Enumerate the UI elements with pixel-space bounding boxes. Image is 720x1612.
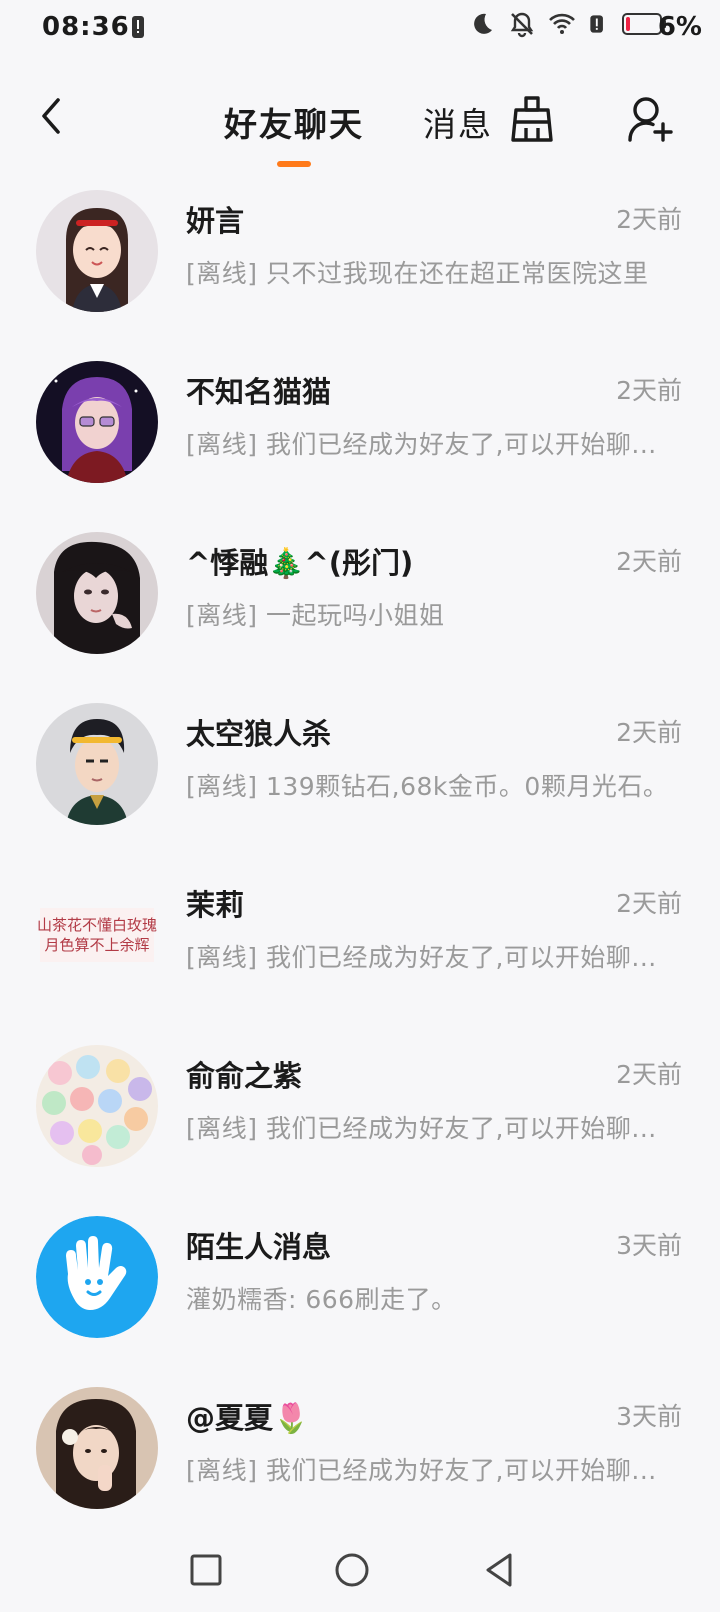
chat-time: 3天前 [616, 1402, 682, 1431]
chat-name: 太空狼人杀 [186, 717, 332, 751]
chat-preview: [离线] 139颗钻石,68k金币。0颗月光石。 [186, 772, 669, 801]
header: 好友聊天 消息 [0, 76, 720, 167]
system-nav-bar [0, 1532, 720, 1612]
chat-preview: [离线] 我们已经成为好友了,可以开始聊... [186, 1114, 657, 1143]
chat-name: 陌生人消息 [186, 1230, 332, 1264]
avatar[interactable]: 山茶花不懂白玫瑰 月色算不上余辉 [36, 874, 158, 996]
moon-icon [474, 13, 492, 34]
chat-preview: [离线] 一起玩吗小姐姐 [186, 601, 445, 630]
back-triangle-icon[interactable] [480, 1550, 520, 1590]
chat-time: 3天前 [616, 1231, 682, 1260]
chat-time: 2天前 [616, 547, 682, 576]
battery-icon [622, 13, 666, 35]
battery-level [622, 13, 666, 35]
chat-row[interactable]: 陌生人消息 3天前 灌奶糯香: 666刷走了。 [0, 1216, 720, 1392]
chat-row[interactable]: 俞俞之紫 2天前 [离线] 我们已经成为好友了,可以开始聊... [0, 1045, 720, 1221]
chat-row[interactable]: 山茶花不懂白玫瑰 月色算不上余辉 茉莉 2天前 [离线] 我们已经成为好友了,可… [0, 874, 720, 1050]
tab-messages[interactable]: 消息 [423, 98, 493, 146]
back-icon[interactable] [32, 94, 72, 138]
broom-clean-icon[interactable] [508, 94, 556, 144]
chat-row[interactable]: 妍言 2天前 [离线] 只不过我现在还在超正常医院这里 [0, 190, 720, 366]
chat-preview: [离线] 我们已经成为好友了,可以开始聊... [186, 430, 657, 459]
home-circle-icon[interactable] [332, 1550, 372, 1590]
chat-preview: [离线] 我们已经成为好友了,可以开始聊... [186, 943, 657, 972]
chat-row[interactable]: 太空狼人杀 2天前 [离线] 139颗钻石,68k金币。0颗月光石。 [0, 703, 720, 879]
chat-name: 不知名猫猫 [186, 375, 332, 409]
chat-name: @夏夏🌷 [186, 1401, 310, 1435]
avatar[interactable] [36, 1216, 158, 1338]
chat-preview: [离线] 我们已经成为好友了,可以开始聊... [186, 1456, 657, 1485]
chat-row[interactable]: 不知名猫猫 2天前 [离线] 我们已经成为好友了,可以开始聊... [0, 361, 720, 537]
alert-icon [590, 15, 603, 33]
add-friend-icon[interactable] [626, 94, 674, 144]
avatar[interactable] [36, 703, 158, 825]
chat-name: 茉莉 [186, 888, 245, 922]
avatar[interactable] [36, 1045, 158, 1167]
avatar[interactable] [36, 361, 158, 483]
chat-time: 2天前 [616, 1060, 682, 1089]
bell-muted-icon [510, 12, 534, 38]
wifi-icon [549, 13, 575, 34]
status-icons [468, 10, 666, 38]
chat-preview: 灌奶糯香: 666刷走了。 [186, 1285, 457, 1314]
status-time: 08:36 [42, 12, 130, 42]
chat-name: 俞俞之紫 [186, 1059, 303, 1093]
chat-time: 2天前 [616, 205, 682, 234]
chat-time: 2天前 [616, 718, 682, 747]
chat-preview: [离线] 只不过我现在还在超正常医院这里 [186, 259, 649, 288]
chat-row[interactable]: ^悸融🎄^(彤门) 2天前 [离线] 一起玩吗小姐姐 [0, 532, 720, 708]
avatar[interactable] [36, 532, 158, 654]
active-tab-indicator [277, 161, 311, 167]
chat-time: 2天前 [616, 889, 682, 918]
avatar[interactable] [36, 190, 158, 312]
chat-time: 2天前 [616, 376, 682, 405]
recents-square-icon[interactable] [186, 1550, 226, 1590]
tab-friend-chat[interactable]: 好友聊天 [224, 98, 364, 146]
svg-text:山茶花不懂白玫瑰: 山茶花不懂白玫瑰 [37, 916, 157, 934]
avatar[interactable] [36, 1387, 158, 1509]
alert-icon [132, 16, 144, 38]
svg-text:月色算不上余辉: 月色算不上余辉 [44, 936, 149, 954]
battery-percent: 6% [657, 12, 702, 42]
chat-name: ^悸融🎄^(彤门) [186, 546, 414, 580]
chat-name: 妍言 [186, 204, 245, 238]
status-bar: 08:36 6% [0, 0, 720, 56]
